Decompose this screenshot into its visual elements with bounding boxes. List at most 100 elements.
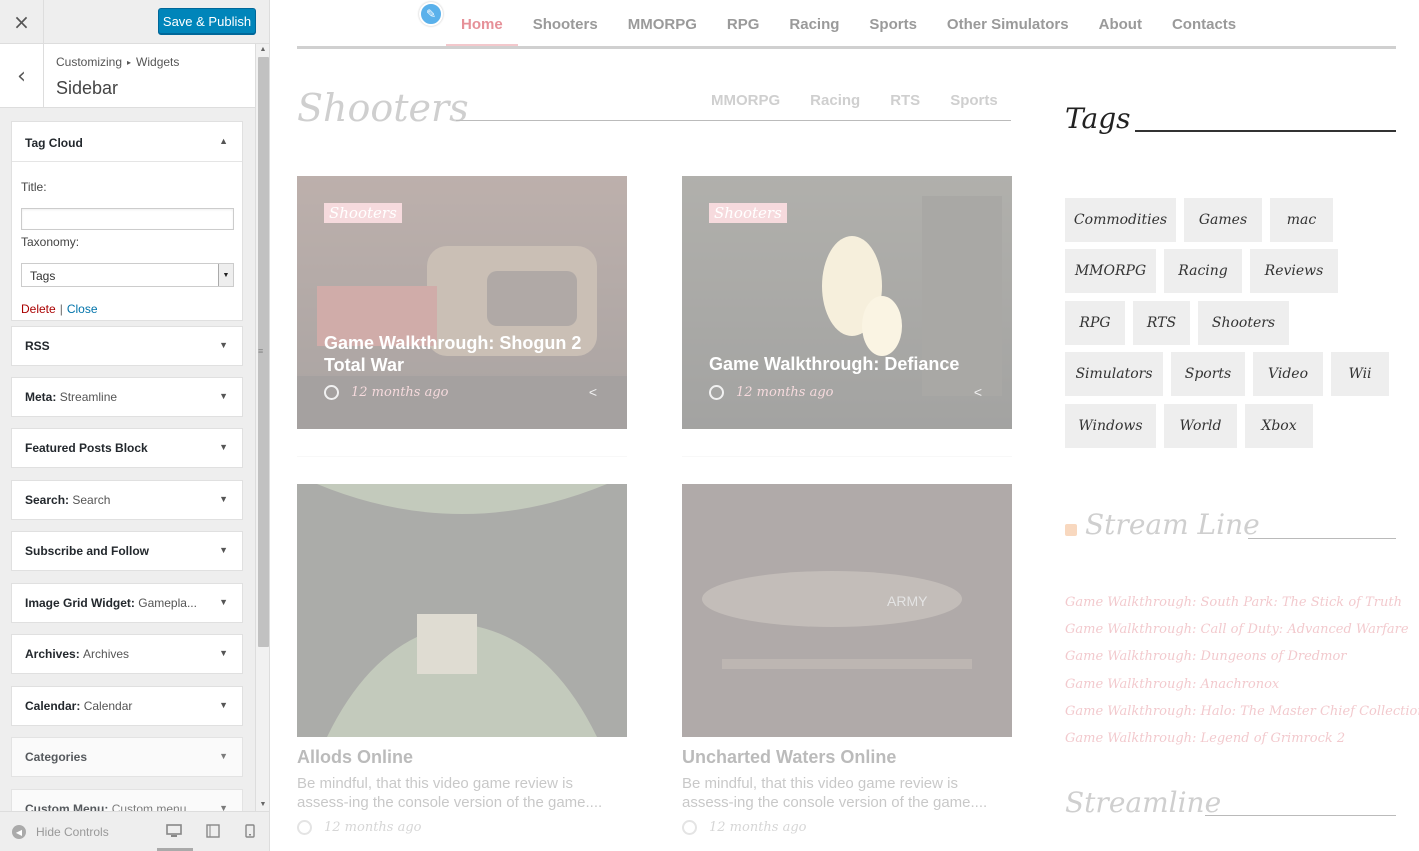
widget-subtitle: Calendar (83, 699, 133, 713)
streamline-link[interactable]: Game Walkthrough: Dungeons of Dredmor (1065, 649, 1347, 664)
post-excerpt: Be mindful, that this video game review … (682, 775, 988, 811)
back-arrow-icon[interactable]: ‹ (0, 44, 44, 108)
widget-subtitle: Custom menu (111, 802, 187, 811)
scroll-down-icon[interactable]: ▼ (256, 799, 269, 811)
tag-link[interactable]: RPG (1065, 301, 1125, 345)
widget-name: Meta (25, 390, 53, 404)
nav-home[interactable]: Home (461, 16, 503, 33)
widget-categories[interactable]: Categories ▼ (11, 737, 243, 777)
post-thumbnail[interactable]: ARMY (682, 484, 1012, 737)
tag-link[interactable]: Shooters (1198, 301, 1289, 345)
expand-arrow-icon[interactable]: ▼ (219, 700, 228, 710)
nav-other-simulators[interactable]: Other Simulators (947, 16, 1069, 33)
share-icon[interactable]: < (974, 384, 982, 400)
collapse-arrow-icon[interactable]: ▲ (219, 136, 228, 146)
subnav-sports[interactable]: Sports (950, 92, 998, 109)
widget-meta[interactable]: Meta: Streamline ▼ (11, 377, 243, 417)
title-field[interactable] (21, 208, 234, 230)
hide-controls-button[interactable]: ◀ Hide Controls (12, 825, 109, 839)
nav-racing[interactable]: Racing (789, 16, 839, 33)
expand-arrow-icon[interactable]: ▼ (219, 442, 228, 452)
pencil-icon[interactable]: ✎ (419, 2, 443, 26)
scroll-up-icon[interactable]: ▲ (256, 44, 269, 56)
nav-sports[interactable]: Sports (869, 16, 917, 33)
expand-arrow-icon[interactable]: ▼ (219, 494, 228, 504)
post-title[interactable]: Allods Online (297, 747, 413, 768)
share-icon[interactable]: < (589, 384, 597, 400)
post-thumbnail-image (297, 484, 627, 737)
delete-link[interactable]: Delete (21, 302, 56, 316)
tag-link[interactable]: Commodities (1065, 198, 1176, 242)
featured-post-card[interactable]: Shooters Game Walkthrough: Defiance 12 m… (682, 176, 1012, 429)
widget-subtitle: Gamepla... (138, 596, 197, 610)
widget-title: Archives: Archives (25, 647, 130, 661)
expand-arrow-icon[interactable]: ▼ (219, 340, 228, 350)
streamline-link[interactable]: Game Walkthrough: Anachronox (1065, 677, 1279, 692)
expand-arrow-icon[interactable]: ▼ (219, 648, 228, 658)
tag-link[interactable]: Video (1253, 352, 1323, 396)
streamline2-title-rule (1205, 815, 1396, 816)
tag-link[interactable]: Windows (1065, 404, 1156, 448)
widget-custom-menu[interactable]: Custom Menu: Custom menu ▼ (11, 789, 243, 811)
tag-link[interactable]: Games (1184, 198, 1262, 242)
tag-link[interactable]: Simulators (1065, 352, 1163, 396)
widget-subscribe-follow[interactable]: Subscribe and Follow ▼ (11, 531, 243, 571)
widget-archives[interactable]: Archives: Archives ▼ (11, 634, 243, 674)
tablet-preview-icon[interactable] (206, 824, 220, 838)
nav-contacts[interactable]: Contacts (1172, 16, 1236, 33)
widget-name: RSS (25, 339, 50, 353)
save-publish-button[interactable]: Save & Publish (158, 8, 256, 34)
expand-arrow-icon[interactable]: ▼ (219, 391, 228, 401)
close-icon[interactable]: × (0, 0, 44, 44)
tag-link[interactable]: World (1164, 404, 1237, 448)
rss-icon[interactable] (1065, 524, 1077, 536)
widget-tag-cloud-header[interactable]: Tag Cloud ▲ (12, 122, 242, 162)
widget-rss[interactable]: RSS ▼ (11, 326, 243, 366)
subnav-racing[interactable]: Racing (810, 92, 860, 109)
expand-arrow-icon[interactable]: ▼ (219, 751, 228, 761)
nav-shooters[interactable]: Shooters (533, 16, 598, 33)
streamline-link[interactable]: Game Walkthrough: Legend of Grimrock 2 (1065, 731, 1345, 746)
subnav-mmorpg[interactable]: MMORPG (711, 92, 780, 109)
post-title[interactable]: Uncharted Waters Online (682, 747, 896, 768)
category-subnav: MMORPG Racing RTS Sports (711, 92, 1028, 109)
expand-arrow-icon[interactable]: ▼ (219, 545, 228, 555)
streamline-link[interactable]: Game Walkthrough: Halo: The Master Chief… (1065, 704, 1419, 719)
expand-arrow-icon[interactable]: ▼ (219, 597, 228, 607)
streamline-link[interactable]: Game Walkthrough: Call of Duty: Advanced… (1065, 622, 1409, 637)
desktop-preview-icon[interactable] (166, 824, 182, 838)
tag-link[interactable]: MMORPG (1065, 249, 1156, 293)
mobile-preview-icon[interactable] (245, 824, 255, 838)
tag-link[interactable]: Xbox (1245, 404, 1313, 448)
post-title[interactable]: Game Walkthrough: Shogun 2 Total War (324, 332, 604, 376)
post-category-badge[interactable]: Shooters (324, 203, 402, 223)
tag-link[interactable]: RTS (1133, 301, 1190, 345)
panel-scrollbar[interactable]: ▲ ▼ (255, 44, 269, 811)
taxonomy-select[interactable]: Tags ▼ (21, 263, 234, 287)
widget-search[interactable]: Search: Search ▼ (11, 480, 243, 520)
resize-grip-icon[interactable]: ≡ (258, 346, 263, 356)
expand-arrow-icon[interactable]: ▼ (219, 803, 228, 811)
tag-link[interactable]: Racing (1164, 249, 1242, 293)
tag-link[interactable]: Sports (1171, 352, 1245, 396)
chevron-down-icon[interactable]: ▼ (218, 264, 233, 286)
widget-featured-posts[interactable]: Featured Posts Block ▼ (11, 428, 243, 468)
post-thumbnail[interactable] (297, 484, 627, 737)
tag-link[interactable]: Wii (1331, 352, 1389, 396)
widget-name: Featured Posts Block (25, 441, 148, 455)
widget-image-grid[interactable]: Image Grid Widget: Gamepla... ▼ (11, 583, 243, 623)
streamline-link[interactable]: Game Walkthrough: South Park: The Stick … (1065, 595, 1402, 610)
nav-about[interactable]: About (1099, 16, 1142, 33)
post-time: 12 months ago (324, 820, 422, 835)
subnav-rts[interactable]: RTS (890, 92, 920, 109)
featured-post-card[interactable]: Shooters Game Walkthrough: Shogun 2 Tota… (297, 176, 627, 429)
close-link[interactable]: Close (67, 302, 98, 316)
hide-controls-label: Hide Controls (36, 825, 109, 839)
tag-link[interactable]: Reviews (1250, 249, 1338, 293)
nav-mmorpg[interactable]: MMORPG (628, 16, 697, 33)
post-category-badge[interactable]: Shooters (709, 203, 787, 223)
tag-link[interactable]: mac (1270, 198, 1333, 242)
nav-rpg[interactable]: RPG (727, 16, 760, 33)
widget-calendar[interactable]: Calendar: Calendar ▼ (11, 686, 243, 726)
post-title[interactable]: Game Walkthrough: Defiance (709, 353, 989, 375)
